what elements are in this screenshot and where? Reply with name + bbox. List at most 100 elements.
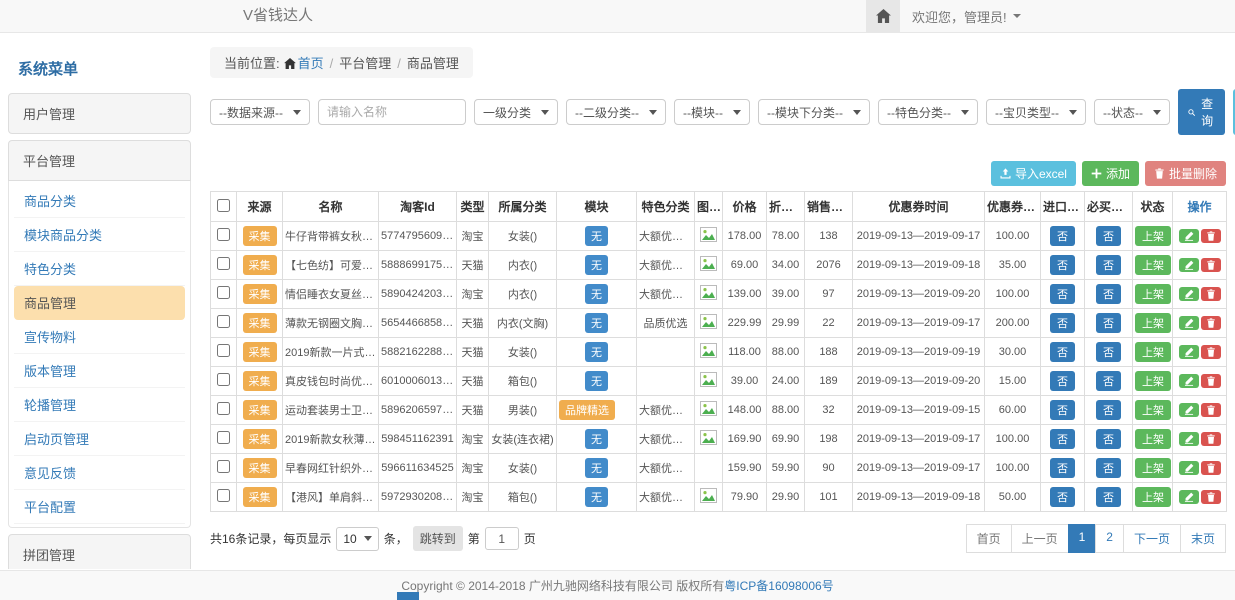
must-buy-toggle-button[interactable]: 否: [1096, 342, 1121, 362]
status-button[interactable]: 上架: [1135, 487, 1171, 507]
edit-button[interactable]: [1179, 229, 1199, 243]
status-button[interactable]: 上架: [1135, 342, 1171, 362]
edit-button[interactable]: [1179, 461, 1199, 475]
status-button[interactable]: 上架: [1135, 313, 1171, 333]
imported-toggle-button[interactable]: 否: [1050, 487, 1075, 507]
per-page-select[interactable]: 10: [336, 527, 378, 551]
sidebar-subitem[interactable]: 特色分类: [14, 252, 185, 286]
filter-select[interactable]: 一级分类: [474, 99, 558, 125]
delete-button[interactable]: [1201, 258, 1221, 272]
filter-select-data-source[interactable]: --数据来源--: [210, 99, 310, 125]
status-button[interactable]: 上架: [1135, 458, 1171, 478]
filter-select[interactable]: --模块--: [674, 99, 750, 125]
edit-button[interactable]: [1179, 403, 1199, 417]
status-button[interactable]: 上架: [1135, 226, 1171, 246]
imported-toggle-button[interactable]: 否: [1050, 284, 1075, 304]
sidebar-subitem[interactable]: 意见反馈: [14, 456, 185, 490]
row-checkbox[interactable]: [217, 344, 230, 357]
search-button[interactable]: 查询: [1178, 89, 1225, 135]
edit-button[interactable]: [1179, 287, 1199, 301]
edit-button[interactable]: [1179, 432, 1199, 446]
status-button[interactable]: 上架: [1135, 371, 1171, 391]
jump-page-input[interactable]: [485, 527, 519, 550]
first-page-button[interactable]: 首页: [966, 524, 1012, 553]
page-number-button[interactable]: 2: [1095, 524, 1124, 553]
edit-button[interactable]: [1179, 374, 1199, 388]
import-excel-button[interactable]: 导入excel: [991, 161, 1076, 186]
delete-button[interactable]: [1201, 345, 1221, 359]
delete-button[interactable]: [1201, 287, 1221, 301]
status-button[interactable]: 上架: [1135, 284, 1171, 304]
filter-select[interactable]: --特色分类--: [878, 99, 978, 125]
sidebar-subitem[interactable]: 模块商品分类: [14, 218, 185, 252]
sidebar-subitem[interactable]: 平台配置: [14, 490, 185, 524]
row-checkbox[interactable]: [217, 257, 230, 270]
row-checkbox[interactable]: [217, 460, 230, 473]
sidebar-subitem[interactable]: 启动页管理: [14, 422, 185, 456]
filter-select[interactable]: --状态--: [1094, 99, 1170, 125]
edit-button[interactable]: [1179, 316, 1199, 330]
edit-button[interactable]: [1179, 258, 1199, 272]
sidebar-item-platform[interactable]: 平台管理: [8, 140, 191, 181]
must-buy-toggle-button[interactable]: 否: [1096, 226, 1121, 246]
status-button[interactable]: 上架: [1135, 429, 1171, 449]
delete-button[interactable]: [1201, 316, 1221, 330]
row-checkbox[interactable]: [217, 315, 230, 328]
breadcrumb-home-link[interactable]: 首页: [298, 56, 324, 71]
next-page-button[interactable]: 下一页: [1123, 524, 1181, 553]
sidebar-subitem[interactable]: 商品管理: [14, 286, 185, 320]
edit-button[interactable]: [1179, 345, 1199, 359]
filter-select[interactable]: --二级分类--: [566, 99, 666, 125]
must-buy-toggle-button[interactable]: 否: [1096, 429, 1121, 449]
filter-select[interactable]: --宝贝类型--: [986, 99, 1086, 125]
must-buy-toggle-button[interactable]: 否: [1096, 487, 1121, 507]
row-checkbox[interactable]: [217, 431, 230, 444]
user-menu[interactable]: 欢迎您，管理员!: [900, 0, 1033, 32]
sidebar-item[interactable]: 拼团管理: [8, 534, 191, 569]
home-button[interactable]: [866, 0, 900, 32]
must-buy-toggle-button[interactable]: 否: [1096, 255, 1121, 275]
icp-link[interactable]: 粤ICP备16098006号: [724, 577, 833, 594]
imported-toggle-button[interactable]: 否: [1050, 429, 1075, 449]
add-button[interactable]: 添加: [1082, 161, 1139, 186]
must-buy-toggle-button[interactable]: 否: [1096, 458, 1121, 478]
select-all-checkbox[interactable]: [217, 199, 230, 212]
imported-toggle-button[interactable]: 否: [1050, 342, 1075, 362]
row-checkbox[interactable]: [217, 286, 230, 299]
sidebar-subitem[interactable]: 轮播管理: [14, 388, 185, 422]
row-checkbox[interactable]: [217, 489, 230, 502]
delete-button[interactable]: [1201, 461, 1221, 475]
imported-toggle-button[interactable]: 否: [1050, 400, 1075, 420]
imported-toggle-button[interactable]: 否: [1050, 226, 1075, 246]
last-page-button[interactable]: 末页: [1180, 524, 1226, 553]
imported-toggle-button[interactable]: 否: [1050, 313, 1075, 333]
filter-select[interactable]: --模块下分类--: [758, 99, 870, 125]
imported-toggle-button[interactable]: 否: [1050, 458, 1075, 478]
sidebar-item[interactable]: 用户管理: [8, 93, 191, 134]
delete-button[interactable]: [1201, 403, 1221, 417]
must-buy-toggle-button[interactable]: 否: [1096, 284, 1121, 304]
delete-button[interactable]: [1201, 374, 1221, 388]
row-checkbox[interactable]: [217, 228, 230, 241]
page-number-button[interactable]: 1: [1068, 524, 1097, 553]
row-checkbox[interactable]: [217, 373, 230, 386]
delete-button[interactable]: [1201, 229, 1221, 243]
must-buy-toggle-button[interactable]: 否: [1096, 313, 1121, 333]
sidebar-subitem[interactable]: 商品分类: [14, 184, 185, 218]
status-button[interactable]: 上架: [1135, 400, 1171, 420]
must-buy-toggle-button[interactable]: 否: [1096, 400, 1121, 420]
jump-button[interactable]: 跳转到: [413, 526, 463, 551]
edit-button[interactable]: [1179, 490, 1199, 504]
delete-button[interactable]: [1201, 490, 1221, 504]
row-checkbox[interactable]: [217, 402, 230, 415]
batch-delete-button[interactable]: 批量删除: [1145, 161, 1226, 186]
status-button[interactable]: 上架: [1135, 255, 1171, 275]
prev-page-button[interactable]: 上一页: [1011, 524, 1069, 553]
delete-button[interactable]: [1201, 432, 1221, 446]
sidebar-subitem[interactable]: 宣传物料: [14, 320, 185, 354]
name-search-input[interactable]: [318, 99, 466, 125]
imported-toggle-button[interactable]: 否: [1050, 371, 1075, 391]
imported-toggle-button[interactable]: 否: [1050, 255, 1075, 275]
must-buy-toggle-button[interactable]: 否: [1096, 371, 1121, 391]
sidebar-subitem[interactable]: 版本管理: [14, 354, 185, 388]
